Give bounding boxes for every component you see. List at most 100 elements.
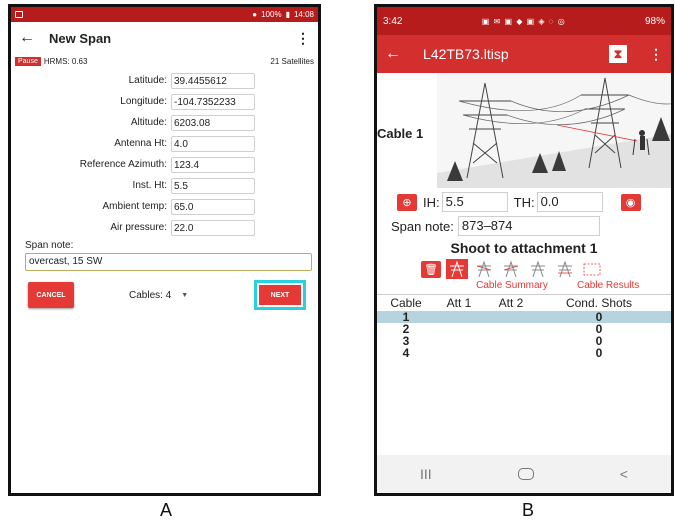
attachment-2-icon[interactable]: [473, 259, 495, 279]
page-title: L42TB73.ltisp: [423, 46, 509, 62]
status-bar: 3:42 ▣ ✉ ▣ ◆ ▣ ◈ ◌ ◎ 98%: [377, 7, 671, 35]
field-ambient-temp: Ambient temp: 65.0: [11, 196, 318, 217]
attachment-1-icon[interactable]: [446, 259, 468, 279]
home-icon[interactable]: [517, 468, 534, 480]
column-header: Cable: [390, 296, 422, 310]
attachment-span-icon[interactable]: [581, 259, 603, 279]
battery-level: 98%: [644, 15, 665, 27]
field-label: Antenna Ht:: [114, 138, 167, 149]
overflow-menu-icon[interactable]: ⋮: [649, 46, 663, 63]
trash-icon[interactable]: 🗑: [421, 260, 441, 278]
antenna-height-input[interactable]: 4.0: [171, 135, 255, 152]
attachment-4-icon[interactable]: [527, 259, 549, 279]
recents-icon[interactable]: III: [420, 466, 432, 482]
field-label: Ambient temp:: [102, 201, 167, 212]
cond-shots-cell: 0: [595, 346, 603, 360]
phone-a-screen: ● 100% ▮ 14:08 ← New Span ⋮ Pause HRMS: …: [8, 4, 321, 496]
field-latitude: Latitude: 39.4455612: [11, 70, 318, 91]
transmission-tower-illustration: [437, 73, 671, 188]
android-nav-bar: III <: [377, 455, 671, 493]
hourglass-icon[interactable]: ⧗: [609, 45, 627, 63]
hrms-readout: HRMS: 0.63: [43, 56, 88, 66]
span-note-label: Span note:: [25, 240, 74, 251]
app-bar: ← New Span ⋮: [11, 22, 318, 54]
phone-b-screen: 3:42 ▣ ✉ ▣ ◆ ▣ ◈ ◌ ◎ 98% ← L42TB73.ltisp…: [374, 4, 674, 496]
caption-a: A: [160, 500, 173, 520]
battery-icon: ▮: [285, 10, 290, 19]
span-note-label: Span note:: [391, 218, 454, 234]
th-input[interactable]: 0.0: [536, 192, 603, 212]
overflow-menu-icon[interactable]: ⋮: [296, 30, 310, 47]
field-antenna-height: Antenna Ht: 4.0: [11, 133, 318, 154]
next-button[interactable]: NEXT: [259, 285, 301, 305]
cable-tabs: Cable Summary Cable Results: [377, 280, 671, 295]
ih-input[interactable]: 5.5: [441, 192, 508, 212]
span-note-input[interactable]: 873–874: [457, 216, 600, 236]
clock: 14:08: [293, 10, 314, 19]
camera-icon[interactable]: ◉: [620, 193, 641, 211]
field-label: Air pressure:: [110, 222, 167, 233]
cable-illustration: Cable 1: [377, 73, 671, 188]
notification-icons: ▣ ✉ ▣ ◆ ▣ ◈ ◌ ◎: [481, 16, 566, 26]
field-label: Longitude:: [120, 96, 167, 107]
air-pressure-input[interactable]: 22.0: [171, 219, 255, 236]
field-label: Reference Azimuth:: [79, 159, 167, 170]
cancel-button[interactable]: CANCEL: [28, 282, 74, 308]
span-form: Latitude: 39.4455612 Longitude: -104.735…: [11, 68, 318, 310]
ambient-temp-input[interactable]: 65.0: [171, 198, 255, 215]
pause-button[interactable]: Pause: [15, 56, 41, 66]
table-header: Cable Att 1 Att 2 Cond. Shots: [377, 295, 671, 311]
table-row[interactable]: 4 0: [377, 346, 671, 360]
notification-icon: [15, 11, 23, 18]
span-note-row: Span note: 873–874: [377, 214, 671, 238]
longitude-input[interactable]: -104.7352233: [171, 93, 255, 110]
attachment-3-icon[interactable]: [500, 259, 522, 279]
page-title: New Span: [49, 30, 112, 46]
location-icon: ●: [252, 10, 258, 19]
action-row: CANCEL Cables: 4 ▼ NEXT: [11, 280, 318, 310]
field-label: Latitude:: [128, 75, 167, 86]
next-button-highlight: NEXT: [254, 280, 306, 310]
tab-cable-results[interactable]: Cable Results: [577, 280, 639, 294]
cable-table: Cable Att 1 Att 2 Cond. Shots 1 0 2 0 3 …: [377, 295, 671, 360]
nav-back-icon[interactable]: <: [620, 466, 628, 482]
th-label: TH:: [513, 194, 535, 210]
clock: 3:42: [383, 15, 403, 27]
field-altitude: Altitude: 6203.08: [11, 112, 318, 133]
field-label: Inst. Ht:: [132, 180, 167, 191]
attachment-selector: 🗑: [377, 258, 671, 280]
altitude-input[interactable]: 6203.08: [171, 114, 255, 131]
column-header: Att 1: [446, 296, 472, 310]
back-arrow-icon[interactable]: ←: [19, 29, 35, 47]
cable-label: Cable 1: [377, 126, 424, 141]
shoot-title: Shoot to attachment 1: [450, 240, 598, 256]
attachment-5-icon[interactable]: [554, 259, 576, 279]
caption-b: B: [522, 500, 535, 520]
ih-label: IH:: [423, 194, 440, 210]
instrument-height-input[interactable]: 5.5: [171, 177, 255, 194]
satellite-count: 21 Satellites: [270, 56, 314, 66]
field-reference-azimuth: Reference Azimuth: 123.4: [11, 154, 318, 175]
cable-number: 4: [402, 346, 410, 360]
dropdown-arrow-icon: ▼: [181, 291, 189, 299]
status-bar: ● 100% ▮ 14:08: [11, 7, 318, 22]
reference-azimuth-input[interactable]: 123.4: [171, 156, 255, 173]
tab-cable-summary[interactable]: Cable Summary: [455, 280, 569, 294]
gps-info-bar: Pause HRMS: 0.63 21 Satellites: [11, 54, 318, 68]
field-longitude: Longitude: -104.7352233: [11, 91, 318, 112]
span-note-input[interactable]: overcast, 15 SW: [25, 253, 312, 271]
crosshair-icon[interactable]: ⊕: [397, 193, 417, 211]
column-header: Cond. Shots: [565, 296, 633, 310]
field-instrument-height: Inst. Ht: 5.5: [11, 175, 318, 196]
app-bar: ← L42TB73.ltisp ⧗ ⋮: [377, 35, 671, 73]
status-icons: ● 100% ▮ 14:08: [252, 10, 314, 19]
latitude-input[interactable]: 39.4455612: [171, 72, 255, 89]
field-air-pressure: Air pressure: 22.0: [11, 217, 318, 238]
cables-dropdown[interactable]: Cables: 4 ▼: [129, 290, 188, 301]
height-row: ⊕ IH: 5.5 TH: 0.0 ◉: [377, 190, 671, 214]
field-label: Altitude:: [130, 117, 167, 128]
column-header: Att 2: [498, 296, 524, 310]
battery-level: 100%: [261, 10, 282, 19]
back-arrow-icon[interactable]: ←: [385, 45, 401, 63]
cables-selected-value: Cables: 4: [129, 289, 172, 301]
